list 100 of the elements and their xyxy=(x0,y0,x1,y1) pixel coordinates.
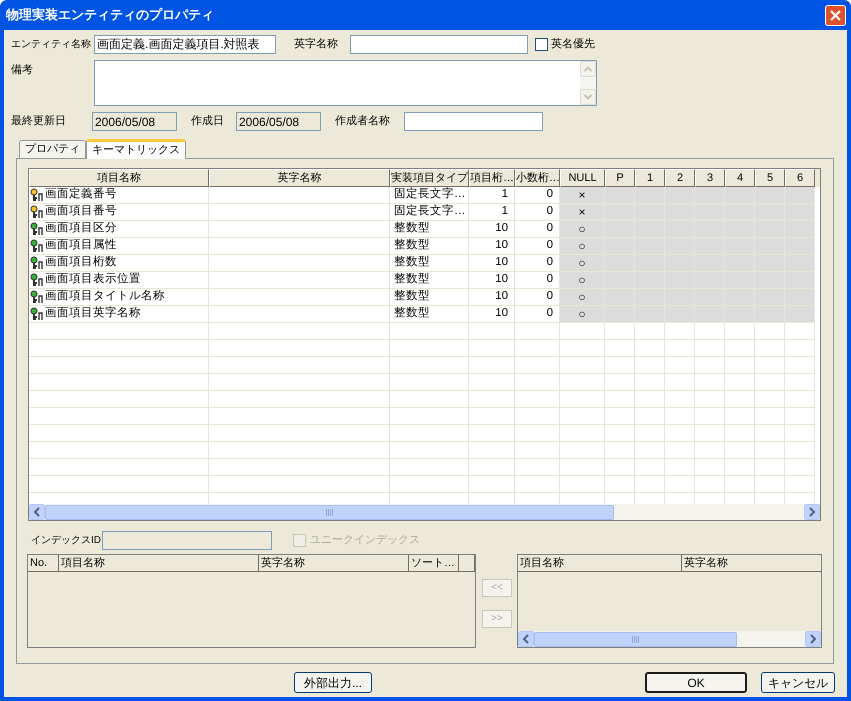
table-cell xyxy=(785,204,815,221)
table-cell xyxy=(785,306,815,323)
table-cell xyxy=(635,476,665,493)
table-cell xyxy=(635,408,665,425)
table-cell xyxy=(725,459,755,476)
column-header[interactable]: 項目桁… xyxy=(469,169,515,187)
table-cell xyxy=(725,408,755,425)
table-cell xyxy=(755,357,785,374)
column-header[interactable]: 4 xyxy=(725,169,755,187)
table-cell xyxy=(605,476,635,493)
author-name-field[interactable] xyxy=(404,112,543,131)
table-cell xyxy=(665,340,695,357)
column-header[interactable]: 3 xyxy=(695,169,725,187)
table-cell xyxy=(665,442,695,459)
column-header[interactable]: 項目名称 xyxy=(29,169,209,187)
english-name-field[interactable] xyxy=(350,35,528,54)
key-icon xyxy=(29,188,44,202)
column-header[interactable]: P xyxy=(605,169,635,187)
table-cell: 整数型 xyxy=(390,289,469,306)
column-header[interactable]: 5 xyxy=(755,169,785,187)
table-cell xyxy=(785,425,815,442)
dialog-button[interactable]: キャンセル xyxy=(761,672,835,693)
table-cell: 1 xyxy=(469,187,515,204)
column-header[interactable]: 1 xyxy=(635,169,665,187)
table-cell xyxy=(755,374,785,391)
table-cell xyxy=(605,391,635,408)
table-cell xyxy=(785,323,815,340)
field-label: 英字名称 xyxy=(294,36,339,52)
table-cell xyxy=(665,374,695,391)
column-header[interactable]: 英字名称 xyxy=(209,169,390,187)
table-cell xyxy=(785,357,815,374)
table-cell xyxy=(515,323,560,340)
checkbox[interactable] xyxy=(535,38,548,51)
column-header[interactable]: 実装項目タイプ xyxy=(390,169,469,187)
column-header[interactable]: 小数桁… xyxy=(515,169,560,187)
table-cell: 10 xyxy=(469,272,515,289)
table-cell xyxy=(469,476,515,493)
table-cell: 整数型 xyxy=(390,238,469,255)
column-header[interactable]: 英字名称 xyxy=(682,555,821,572)
table-cell xyxy=(755,306,785,323)
table-cell xyxy=(635,425,665,442)
field-label: エンティティ名称 xyxy=(11,38,92,52)
table-cell xyxy=(605,357,635,374)
column-header[interactable]: 6 xyxy=(785,169,815,187)
table-cell: 10 xyxy=(469,306,515,323)
table-cell xyxy=(695,306,725,323)
table-cell xyxy=(560,459,605,476)
table-cell: 10 xyxy=(469,221,515,238)
table-cell xyxy=(469,408,515,425)
dialog-button[interactable]: OK xyxy=(645,672,747,693)
table-cell: 10 xyxy=(469,255,515,272)
close-button[interactable] xyxy=(825,4,846,26)
table-cell xyxy=(695,442,725,459)
dialog-button[interactable]: 外部出力... xyxy=(294,672,372,693)
table-cell xyxy=(755,340,785,357)
scroll-thumb[interactable] xyxy=(534,632,737,646)
key-icon xyxy=(29,273,44,287)
column-header[interactable] xyxy=(459,555,475,572)
column-header[interactable]: NULL xyxy=(560,169,605,187)
column-header[interactable]: 項目名称 xyxy=(518,555,682,572)
entity-name-field[interactable]: 画面定義.画面定義項目.対照表 xyxy=(94,35,276,54)
table-cell xyxy=(725,425,755,442)
table-cell xyxy=(755,442,785,459)
created-date-field[interactable]: 2006/05/08 xyxy=(236,112,321,131)
scroll-left-icon[interactable] xyxy=(29,504,45,520)
table-cell: 整数型 xyxy=(390,272,469,289)
table-cell: ○ xyxy=(560,255,605,272)
tab[interactable]: プロパティ xyxy=(19,140,86,158)
last-updated-field[interactable]: 2006/05/08 xyxy=(92,112,177,131)
scroll-down-icon[interactable] xyxy=(580,89,596,105)
table-cell xyxy=(560,323,605,340)
table-cell xyxy=(785,255,815,272)
scroll-right-icon[interactable] xyxy=(804,504,820,520)
close-icon xyxy=(830,10,841,20)
scroll-up-icon[interactable] xyxy=(580,61,596,77)
table-cell xyxy=(665,459,695,476)
field-label: インデックスID xyxy=(31,534,102,548)
table-cell xyxy=(515,357,560,374)
table-cell xyxy=(665,357,695,374)
remarks-field[interactable] xyxy=(94,60,597,106)
column-header[interactable]: 2 xyxy=(665,169,695,187)
scroll-right-icon[interactable] xyxy=(805,631,821,647)
table-cell: ○ xyxy=(560,306,605,323)
table-cell xyxy=(469,442,515,459)
table-cell xyxy=(605,306,635,323)
table-cell-text: 画面項目タイトル名称 xyxy=(45,289,165,304)
table-cell xyxy=(785,459,815,476)
table-cell xyxy=(755,476,785,493)
scroll-thumb[interactable] xyxy=(45,504,614,520)
table-cell: 10 xyxy=(469,238,515,255)
table-cell xyxy=(785,221,815,238)
tab[interactable]: キーマトリックス xyxy=(86,139,186,159)
table-cell xyxy=(665,323,695,340)
vertical-scrollbar[interactable] xyxy=(580,61,596,105)
scroll-left-icon[interactable] xyxy=(518,631,534,647)
horizontal-scrollbar[interactable] xyxy=(518,631,821,647)
table-cell: ○ xyxy=(560,238,605,255)
table-cell xyxy=(665,476,695,493)
table-cell xyxy=(725,442,755,459)
horizontal-scrollbar[interactable] xyxy=(29,504,820,520)
